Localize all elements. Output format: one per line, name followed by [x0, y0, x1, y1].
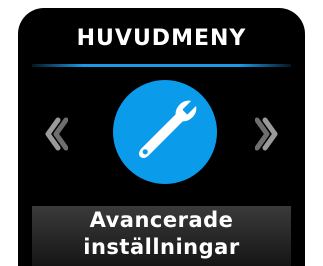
chevron-right-icon[interactable]: [255, 114, 279, 154]
title-divider: [32, 64, 291, 67]
menu-title: HUVUDMENY: [76, 26, 247, 51]
selected-menu-item-button[interactable]: [113, 80, 217, 184]
wrench-icon: [139, 98, 199, 158]
chevron-left-icon[interactable]: [44, 114, 68, 154]
device-screen: HUVUDMENY Avancerade inställningar: [18, 8, 305, 266]
item-label-line-2: inställningar: [83, 235, 240, 259]
item-label-line-1: Avancerade: [89, 208, 234, 232]
